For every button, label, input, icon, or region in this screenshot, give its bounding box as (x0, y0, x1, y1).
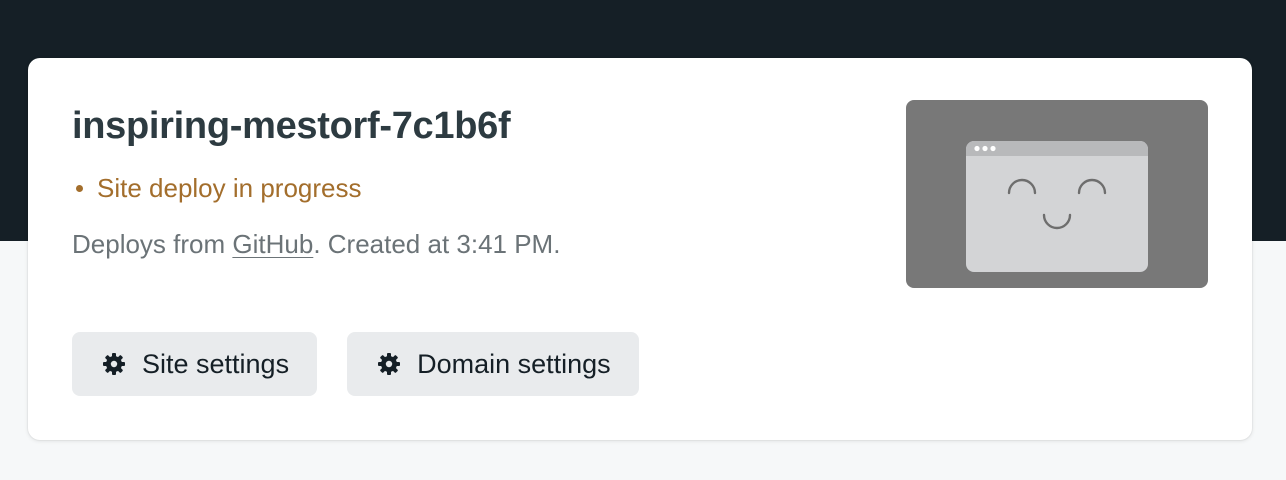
site-actions: Site settings Domain settings (72, 332, 639, 396)
deploy-status-text: Site deploy in progress (97, 173, 362, 203)
deploy-status: Site deploy in progress (72, 171, 361, 205)
smiling-browser-window-icon (966, 141, 1148, 272)
gear-icon (377, 352, 401, 376)
site-meta: Deploys from GitHub. Created at 3:41 PM. (72, 227, 560, 261)
github-link[interactable]: GitHub (232, 229, 313, 259)
site-settings-button[interactable]: Site settings (72, 332, 318, 396)
domain-settings-button[interactable]: Domain settings (347, 332, 639, 396)
domain-settings-label: Domain settings (417, 348, 611, 379)
meta-prefix: Deploys from (72, 229, 233, 259)
gear-icon (102, 352, 126, 376)
site-name[interactable]: inspiring-mestorf-7c1b6f (72, 104, 511, 148)
site-settings-label: Site settings (142, 348, 290, 379)
site-preview-thumbnail[interactable] (906, 100, 1208, 288)
status-dot-icon (76, 184, 83, 192)
site-card: inspiring-mestorf-7c1b6f Site deploy in … (28, 58, 1252, 440)
meta-suffix: . Created at 3:41 PM. (313, 229, 561, 259)
